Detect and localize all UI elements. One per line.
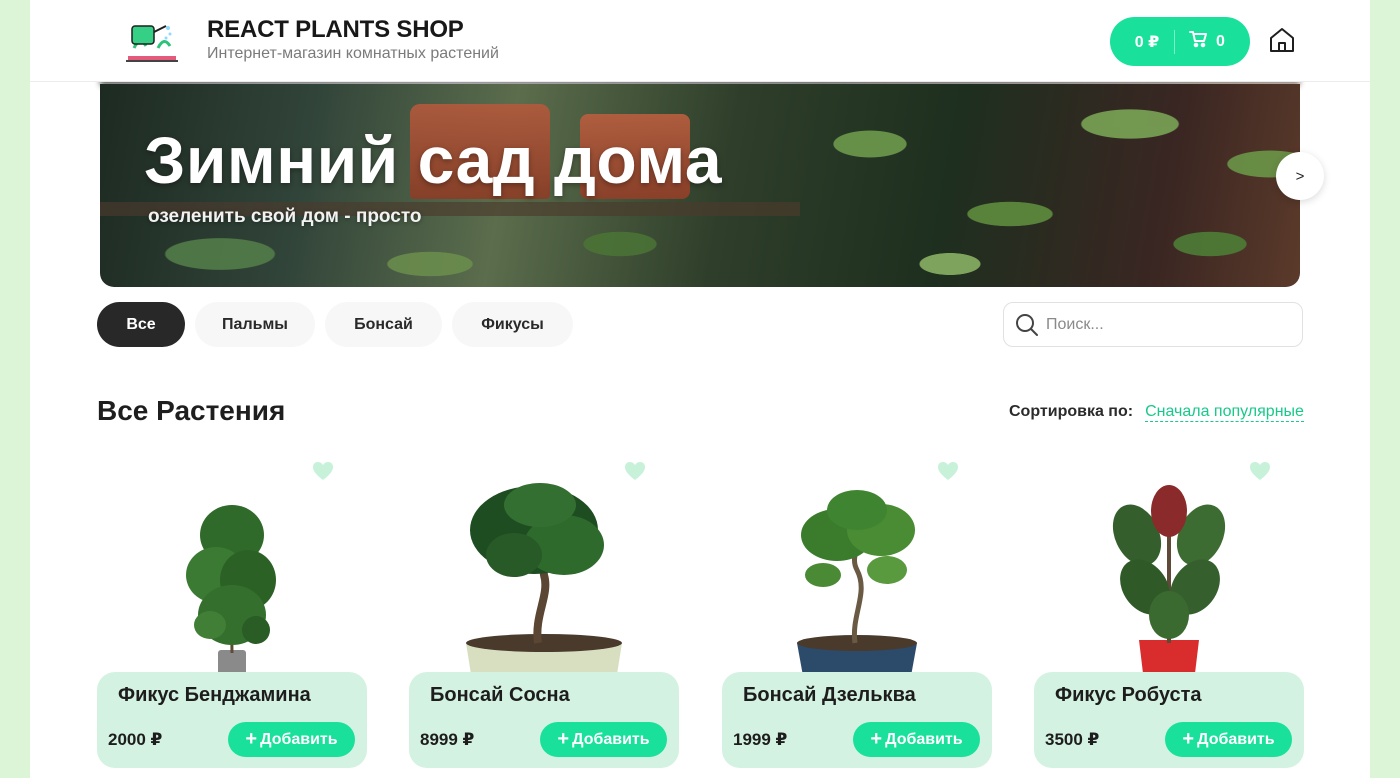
product-image[interactable]: [1089, 475, 1249, 700]
product-info: Бонсай Сосна 8999 ₽ + Добавить: [409, 672, 679, 768]
cart-total: 0 ₽: [1134, 33, 1160, 51]
banner-title: Зимний сад дома: [144, 123, 723, 197]
header: REACT PLANTS SHOP Интернет-магазин комна…: [30, 0, 1370, 82]
product-name: Фикус Робуста: [1055, 684, 1202, 706]
search-input[interactable]: [1046, 315, 1286, 334]
category-palms[interactable]: Пальмы: [195, 302, 315, 347]
banner-subtitle: озеленить свой дом - просто: [148, 206, 422, 227]
product-info: Бонсай Дзельква 1999 ₽ + Добавить: [722, 672, 992, 768]
product-card: Фикус Робуста 3500 ₽ + Добавить: [1034, 455, 1304, 768]
logo-icon[interactable]: [124, 18, 180, 64]
product-image[interactable]: [777, 475, 937, 700]
favorite-heart-icon[interactable]: [937, 461, 959, 481]
plus-icon: +: [245, 727, 258, 750]
plus-icon: +: [870, 727, 883, 750]
cart-count: 0: [1216, 32, 1225, 50]
sort-dropdown[interactable]: Сначала популярные: [1145, 403, 1304, 422]
product-price: 2000 ₽: [108, 730, 163, 749]
search-icon: [1014, 312, 1040, 338]
category-tabs: Все Пальмы Бонсай Фикусы: [97, 302, 573, 347]
favorite-heart-icon[interactable]: [1249, 461, 1271, 481]
product-info: Фикус Робуста 3500 ₽ + Добавить: [1034, 672, 1304, 768]
product-price: 3500 ₽: [1045, 730, 1100, 749]
add-to-cart-button[interactable]: + Добавить: [540, 722, 667, 757]
product-price: 1999 ₽: [733, 730, 788, 749]
product-price: 8999 ₽: [420, 730, 475, 749]
cart-button[interactable]: 0 ₽ 0: [1110, 17, 1250, 66]
product-info: Фикус Бенджамина 2000 ₽ + Добавить: [97, 672, 367, 768]
category-ficus[interactable]: Фикусы: [452, 302, 573, 347]
sort-label: Сортировка по:: [1009, 403, 1134, 420]
favorite-heart-icon[interactable]: [624, 461, 646, 481]
brand-subtitle: Интернет-магазин комнатных растений: [207, 45, 499, 62]
category-bonsai[interactable]: Бонсай: [325, 302, 442, 347]
promo-banner[interactable]: Зимний сад дома озеленить свой дом - про…: [100, 84, 1300, 287]
add-button-label: Добавить: [572, 730, 650, 748]
add-to-cart-button[interactable]: + Добавить: [1165, 722, 1292, 757]
add-to-cart-button[interactable]: + Добавить: [228, 722, 355, 757]
product-name: Бонсай Сосна: [430, 684, 570, 706]
home-icon[interactable]: [1268, 26, 1296, 54]
product-image[interactable]: [464, 475, 624, 700]
product-card: Фикус Бенджамина 2000 ₽ + Добавить: [97, 455, 367, 768]
product-name: Фикус Бенджамина: [118, 684, 311, 706]
product-image[interactable]: [152, 475, 312, 700]
add-button-label: Добавить: [885, 730, 963, 748]
add-button-label: Добавить: [1197, 730, 1275, 748]
product-card: Бонсай Сосна 8999 ₽ + Добавить: [409, 455, 679, 768]
add-to-cart-button[interactable]: + Добавить: [853, 722, 980, 757]
product-name: Бонсай Дзельква: [743, 684, 916, 706]
cart-count-group: 0: [1175, 30, 1225, 53]
plus-icon: +: [1182, 727, 1195, 750]
brand-title: REACT PLANTS SHOP: [207, 16, 464, 43]
plus-icon: +: [557, 727, 570, 750]
category-all[interactable]: Все: [97, 302, 185, 347]
sort-control: Сортировка по: Сначала популярные: [1009, 403, 1304, 422]
add-button-label: Добавить: [260, 730, 338, 748]
carousel-next-button[interactable]: >: [1276, 152, 1324, 200]
search-box[interactable]: [1003, 302, 1303, 347]
cart-icon: [1189, 30, 1207, 53]
banner-foliage: [750, 84, 1300, 287]
favorite-heart-icon[interactable]: [312, 461, 334, 481]
page: REACT PLANTS SHOP Интернет-магазин комна…: [30, 0, 1370, 778]
section-title: Все Растения: [97, 395, 286, 426]
product-card: Бонсай Дзельква 1999 ₽ + Добавить: [722, 455, 992, 768]
